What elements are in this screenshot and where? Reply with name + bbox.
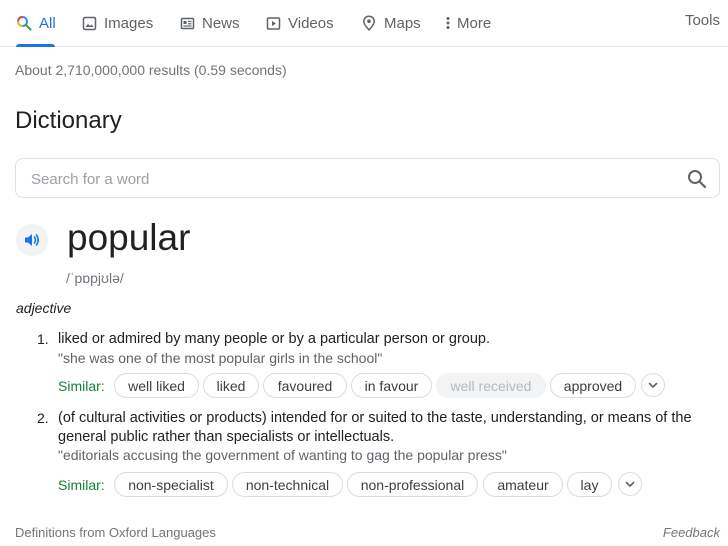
tab-all-label: All xyxy=(39,14,56,32)
search-icon xyxy=(16,15,32,31)
search-icon xyxy=(687,169,707,189)
dictionary-source: Definitions from Oxford Languages xyxy=(15,525,216,540)
similar-chip[interactable]: favoured xyxy=(263,373,347,398)
chevron-down-icon xyxy=(647,379,659,391)
phonetic-spelling: /ˈpɒpjʊlə/ xyxy=(66,270,124,286)
similar-chip[interactable]: amateur xyxy=(483,472,563,497)
active-tab-indicator xyxy=(16,44,55,47)
similar-chip[interactable]: non-technical xyxy=(232,472,343,497)
tab-images-label: Images xyxy=(104,14,154,32)
similar-chip[interactable]: lay xyxy=(567,472,612,497)
speaker-icon xyxy=(23,231,41,249)
map-pin-icon xyxy=(361,15,377,31)
video-icon xyxy=(265,15,281,31)
search-tabs-bar: All Images News Videos Maps More Tools xyxy=(0,0,728,47)
tools-button[interactable]: Tools xyxy=(685,12,720,29)
more-vert-icon xyxy=(444,15,452,31)
image-icon xyxy=(81,15,97,31)
tab-maps[interactable]: Maps xyxy=(361,12,421,34)
similar-chip[interactable]: in favour xyxy=(351,373,432,398)
similar-label: Similar: xyxy=(58,477,105,493)
news-icon xyxy=(179,15,195,31)
similar-chip[interactable]: liked xyxy=(203,373,259,398)
similar-chip[interactable]: non-specialist xyxy=(114,472,228,497)
chevron-down-icon xyxy=(624,478,636,490)
definition-number: 2. xyxy=(37,410,49,426)
definition-number: 1. xyxy=(37,331,49,347)
tab-maps-label: Maps xyxy=(384,14,421,32)
result-stats: About 2,710,000,000 results (0.59 second… xyxy=(15,62,287,78)
similar-chip[interactable]: well liked xyxy=(114,373,199,398)
definition-text-line1: (of cultural activities or products) int… xyxy=(58,410,692,426)
similar-label: Similar: xyxy=(58,378,105,394)
similar-chip-disabled: well received xyxy=(436,373,546,398)
definition-text: liked or admired by many people or by a … xyxy=(58,331,491,347)
search-button[interactable] xyxy=(685,167,709,191)
similar-chip[interactable]: non-professional xyxy=(347,472,478,497)
pronunciation-button[interactable] xyxy=(16,224,48,256)
expand-similar-button[interactable] xyxy=(618,472,642,496)
dictionary-title: Dictionary xyxy=(15,107,122,134)
tab-all[interactable]: All xyxy=(16,12,56,34)
tab-more[interactable]: More xyxy=(444,12,491,34)
tab-videos[interactable]: Videos xyxy=(265,12,334,34)
similar-chip[interactable]: approved xyxy=(550,373,636,398)
word-search-input[interactable] xyxy=(31,168,651,190)
definition-example: "she was one of the most popular girls i… xyxy=(58,350,383,366)
expand-similar-button[interactable] xyxy=(641,373,665,397)
definition-example: "editorials accusing the government of w… xyxy=(58,447,507,463)
tab-more-label: More xyxy=(457,14,492,32)
dictionary-search-box xyxy=(15,158,720,198)
tab-videos-label: Videos xyxy=(288,14,334,32)
tab-images[interactable]: Images xyxy=(81,12,153,34)
headword: popular xyxy=(67,217,191,258)
definition-text-line2: general public rather than specialists o… xyxy=(58,429,395,445)
tab-news[interactable]: News xyxy=(179,12,240,34)
feedback-link[interactable]: Feedback xyxy=(663,525,720,540)
part-of-speech: adjective xyxy=(16,300,72,316)
tab-news-label: News xyxy=(202,14,240,32)
